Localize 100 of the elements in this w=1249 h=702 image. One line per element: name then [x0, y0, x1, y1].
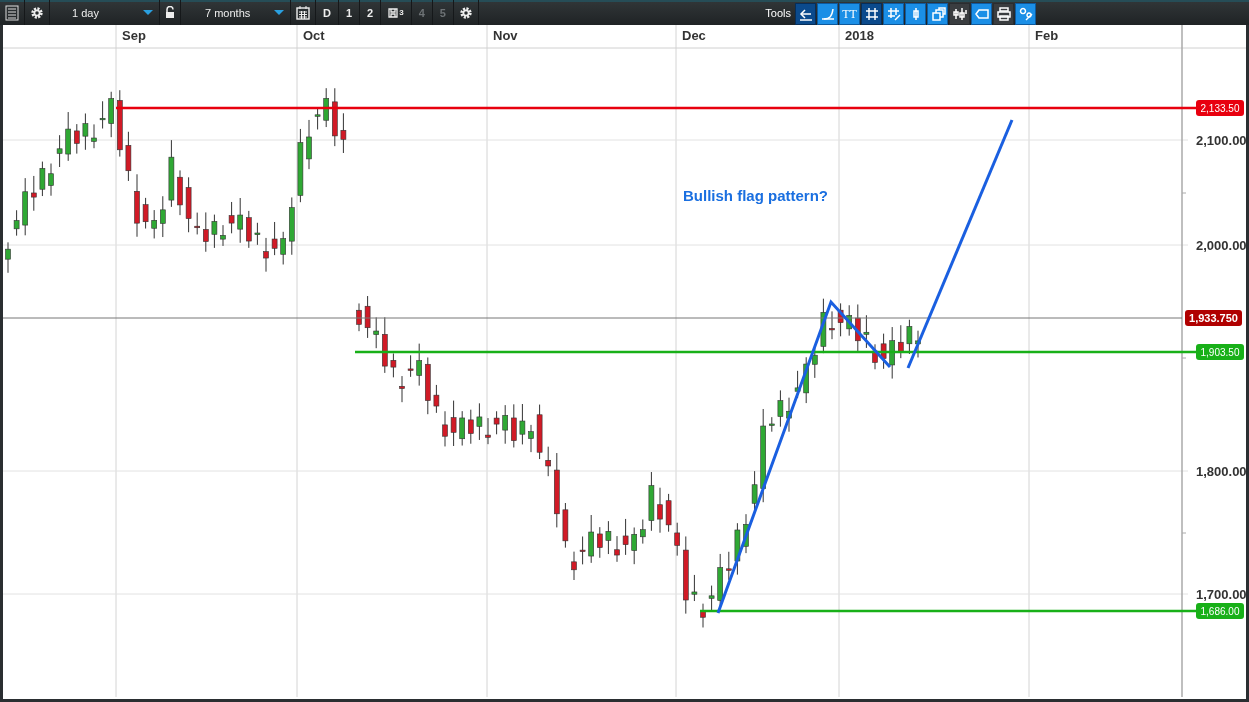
candle	[117, 89, 123, 158]
candle	[803, 356, 809, 404]
tool-button[interactable]	[817, 3, 838, 25]
candle	[211, 214, 218, 249]
candle	[898, 324, 904, 359]
calendar-icon	[296, 5, 310, 20]
candle	[545, 446, 551, 477]
candle	[125, 131, 132, 182]
candle	[631, 527, 637, 565]
candle	[185, 176, 192, 233]
tool-button[interactable]	[971, 3, 992, 25]
curve-icon	[819, 6, 836, 22]
candle	[846, 304, 852, 337]
tool-button[interactable]	[927, 3, 948, 25]
price-axis-label: 2,000.00	[1196, 238, 1246, 253]
candle	[468, 409, 474, 445]
candle	[65, 111, 71, 162]
candle	[863, 314, 870, 349]
candle	[425, 356, 431, 415]
candle	[915, 330, 921, 358]
candle	[519, 403, 526, 445]
candle	[734, 522, 741, 576]
candle	[399, 375, 405, 403]
candle	[459, 410, 465, 447]
candle	[373, 316, 379, 349]
price-tag: 1,686.00	[1196, 603, 1244, 619]
candle	[450, 400, 457, 447]
candle	[340, 112, 347, 154]
candle	[382, 316, 388, 374]
tool-button[interactable]	[795, 3, 816, 25]
candle	[614, 535, 620, 563]
tool-button[interactable]	[883, 3, 904, 25]
tool-button[interactable]	[1015, 3, 1036, 25]
candle	[597, 526, 603, 559]
candle	[48, 163, 54, 197]
candle	[837, 302, 844, 337]
candle	[605, 520, 612, 555]
candle	[323, 87, 329, 128]
tool-button[interactable]	[861, 3, 882, 25]
month-label: Dec	[682, 28, 706, 43]
tool-button[interactable]	[993, 3, 1014, 25]
settings-icon	[458, 5, 473, 20]
caret-icon	[274, 10, 284, 15]
candle	[306, 119, 312, 170]
candle	[433, 384, 440, 414]
candle	[203, 211, 209, 253]
candle	[151, 209, 157, 239]
candle	[674, 522, 680, 557]
settings-icon	[30, 5, 44, 20]
grid-pencil-icon	[885, 6, 902, 22]
candle	[74, 123, 80, 155]
month-label: Sep	[122, 28, 146, 43]
candle	[889, 326, 895, 380]
price-tag: 1,903.50	[1196, 344, 1244, 360]
candle	[108, 91, 114, 138]
candle	[168, 139, 175, 208]
candle	[263, 237, 269, 273]
candle	[657, 487, 663, 534]
candle	[364, 295, 371, 339]
candle	[777, 389, 784, 428]
windows-icon	[929, 6, 946, 22]
candle	[640, 518, 646, 545]
month-label: Oct	[303, 28, 325, 43]
candle	[511, 403, 517, 448]
price-axis-label: 1,800.00	[1196, 464, 1246, 479]
price-axis-label: 1,700.00	[1196, 587, 1246, 602]
candle	[442, 410, 448, 447]
candle	[160, 195, 166, 238]
candle	[99, 100, 106, 129]
candle	[880, 333, 887, 370]
candle	[416, 343, 422, 387]
candle	[91, 123, 97, 149]
candle	[588, 514, 594, 564]
grid-icon	[863, 6, 880, 22]
month-label: Nov	[493, 28, 518, 43]
candle	[56, 134, 63, 168]
tool-button[interactable]	[949, 3, 970, 25]
back-arrow-icon	[797, 6, 814, 22]
candle	[142, 197, 149, 230]
tools-label: Tools	[765, 6, 791, 19]
candle	[571, 551, 577, 581]
candle	[536, 404, 543, 460]
candle	[829, 310, 835, 340]
candles-icon	[951, 6, 968, 22]
candle	[271, 221, 278, 256]
candle	[220, 224, 226, 247]
candle	[708, 585, 715, 613]
candle	[648, 471, 655, 532]
candle	[254, 222, 261, 246]
candle	[700, 603, 706, 628]
candle	[622, 518, 629, 556]
candle	[726, 551, 732, 581]
caret-icon	[143, 10, 153, 15]
candle	[280, 231, 286, 265]
candle	[769, 416, 775, 433]
tool-button[interactable]	[905, 3, 926, 25]
candle	[314, 107, 321, 130]
candle	[485, 417, 491, 445]
candle	[562, 502, 569, 549]
printer-icon	[995, 6, 1012, 22]
